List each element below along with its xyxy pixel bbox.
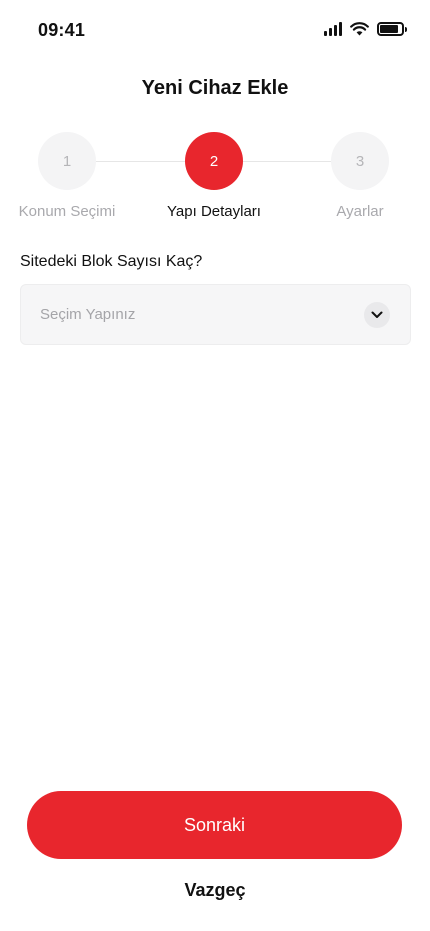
- step-circle: 1: [38, 132, 96, 190]
- status-time: 09:41: [38, 20, 86, 40]
- block-count-select[interactable]: Seçim Yapınız: [20, 284, 411, 345]
- battery-icon: [377, 22, 407, 36]
- select-placeholder: Seçim Yapınız: [40, 306, 136, 323]
- step-konum-secimi[interactable]: 1 Konum Seçimi: [0, 132, 137, 220]
- next-button[interactable]: Sonraki: [27, 791, 402, 859]
- step-label: Konum Seçimi: [18, 203, 116, 220]
- step-label: Ayarlar: [336, 203, 384, 220]
- step-label: Yapı Detayları: [167, 203, 261, 220]
- chevron-down-icon[interactable]: [364, 302, 390, 328]
- question-label: Sitedeki Blok Sayısı Kaç?: [20, 253, 203, 270]
- step-yapi-detaylari[interactable]: 2 Yapı Detayları: [144, 132, 284, 220]
- cancel-button[interactable]: Vazgeç: [0, 880, 430, 901]
- step-ayarlar[interactable]: 3 Ayarlar: [290, 132, 430, 220]
- wifi-icon: [350, 22, 369, 36]
- step-circle: 2: [185, 132, 243, 190]
- status-icons: [324, 22, 407, 36]
- page-title: Yeni Cihaz Ekle: [141, 77, 289, 99]
- status-bar: 09:41: [0, 0, 430, 60]
- step-circle: 3: [331, 132, 389, 190]
- signal-icon: [324, 22, 342, 36]
- stepper: 1 Konum Seçimi 2 Yapı Detayları 3 Ayarla…: [0, 132, 430, 232]
